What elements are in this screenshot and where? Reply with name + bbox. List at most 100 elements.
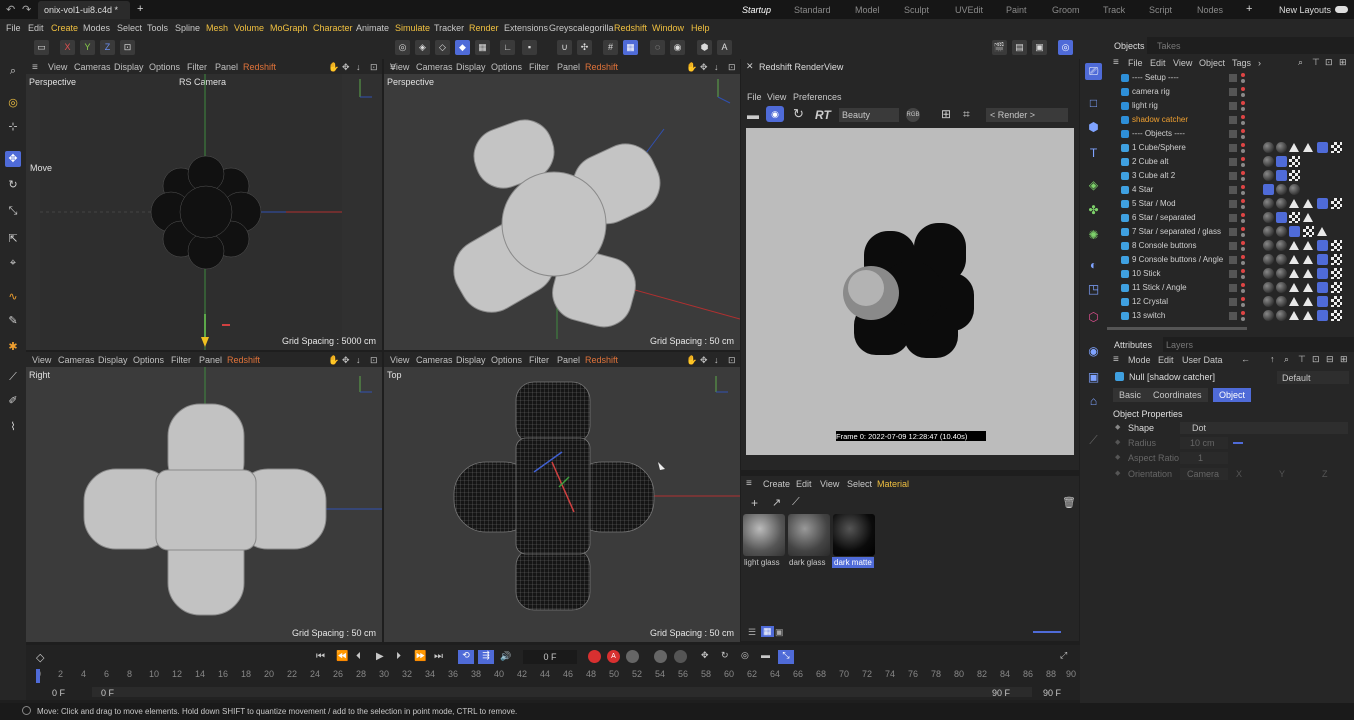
render-select-dropdown[interactable]: < Render > bbox=[986, 108, 1068, 122]
mat-menu-view[interactable]: View bbox=[820, 479, 839, 489]
start-render-icon[interactable]: ◉ bbox=[766, 106, 784, 122]
points-mode-icon[interactable]: ◇ bbox=[435, 40, 450, 55]
menu-mesh[interactable]: Mesh bbox=[206, 23, 228, 33]
list-item[interactable]: ---- Objects ---- bbox=[1107, 127, 1354, 141]
menu-simulate[interactable]: Simulate bbox=[395, 23, 430, 33]
obj-menu-edit[interactable]: Edit bbox=[1150, 58, 1166, 68]
x-axis-lock[interactable]: X bbox=[60, 40, 75, 55]
refresh-icon[interactable]: ↻ bbox=[793, 106, 804, 122]
menu-spline[interactable]: Spline bbox=[175, 23, 200, 33]
z-axis-lock[interactable]: Z bbox=[100, 40, 115, 55]
clapper-icon[interactable]: ▬ bbox=[747, 108, 759, 122]
prev-key-icon[interactable]: ⏪ bbox=[336, 651, 348, 662]
layout-uvedit[interactable]: UVEdit bbox=[955, 5, 983, 15]
menu-create[interactable]: Create bbox=[51, 23, 78, 33]
menu-redshift[interactable]: Redshift bbox=[614, 23, 647, 33]
uv-mode-icon[interactable]: ▦ bbox=[475, 40, 490, 55]
scale-tool-icon[interactable]: ⤡ bbox=[5, 203, 21, 219]
keyframe-selection-icon[interactable] bbox=[626, 650, 639, 663]
attr-menu-mode[interactable]: Mode bbox=[1128, 355, 1151, 365]
layout-standard[interactable]: Standard bbox=[794, 5, 831, 15]
keyframe-dot-icon[interactable]: ◆ bbox=[1115, 423, 1120, 431]
tweak-icon[interactable]: ▪ bbox=[522, 40, 537, 55]
attr-menu-userdata[interactable]: User Data bbox=[1182, 355, 1223, 365]
list-item[interactable]: 6 Star / separated bbox=[1107, 211, 1354, 225]
radius-field[interactable]: 10 cm bbox=[1180, 437, 1228, 449]
list-item[interactable]: 3 Cube alt 2 bbox=[1107, 169, 1354, 183]
menu-volume[interactable]: Volume bbox=[234, 23, 264, 33]
generator-icon[interactable]: ◈ bbox=[1085, 177, 1102, 194]
list-item[interactable]: 4 Star bbox=[1107, 183, 1354, 197]
layout-toggle[interactable] bbox=[1335, 6, 1348, 13]
shape-dropdown[interactable]: Dot bbox=[1180, 422, 1348, 434]
pin-icon[interactable]: ⊤ bbox=[1298, 354, 1306, 365]
preset-dropdown[interactable]: Default bbox=[1277, 371, 1349, 384]
lock-icon[interactable]: ⊡ bbox=[1312, 354, 1320, 365]
hamburger-icon[interactable]: ≡ bbox=[746, 478, 752, 489]
grid-overlay-icon[interactable]: ⊞ bbox=[941, 107, 951, 121]
keyframe-dot-icon[interactable]: ◆ bbox=[1115, 469, 1120, 477]
cloner-icon[interactable]: ✤ bbox=[1085, 202, 1102, 219]
layout-track[interactable]: Track bbox=[1103, 5, 1125, 15]
autokey-icon[interactable]: A bbox=[607, 650, 620, 663]
viewport-perspective-camera[interactable]: ≡ View Cameras Display Options Filter Pa… bbox=[26, 59, 382, 350]
menu-file[interactable]: File bbox=[6, 23, 21, 33]
text-object-icon[interactable]: T bbox=[1085, 145, 1102, 162]
sculpt-icon[interactable]: ⬢ bbox=[697, 40, 712, 55]
menu-animate[interactable]: Animate bbox=[356, 23, 389, 33]
material-light-glass[interactable] bbox=[743, 514, 785, 556]
grid-view-icon[interactable]: ▦ bbox=[761, 626, 774, 637]
sculpt-brush-icon[interactable]: ✱ bbox=[5, 339, 21, 355]
render-viewer-icon[interactable]: ▤ bbox=[1012, 40, 1027, 55]
magnet-icon[interactable]: ∪ bbox=[557, 40, 572, 55]
field-icon[interactable]: ◳ bbox=[1085, 281, 1102, 298]
brush-icon[interactable]: ✐ bbox=[5, 393, 21, 409]
y-axis-lock[interactable]: Y bbox=[80, 40, 95, 55]
crop-icon[interactable]: ⌗ bbox=[963, 107, 970, 122]
search-icon[interactable]: ⌕ bbox=[1284, 354, 1289, 365]
render-region-icon[interactable]: 🎬 bbox=[992, 40, 1007, 55]
menu-greyscalegorilla[interactable]: Greyscalegorilla bbox=[549, 23, 614, 33]
subtab-object[interactable]: Object bbox=[1213, 388, 1252, 402]
radius-slider[interactable] bbox=[1233, 442, 1243, 444]
undo-icon[interactable]: ↶ bbox=[6, 3, 15, 16]
lasso-icon[interactable]: ⌇ bbox=[5, 419, 21, 435]
mat-menu-create[interactable]: Create bbox=[763, 479, 790, 489]
next-frame-icon[interactable]: ⏵ bbox=[396, 651, 401, 662]
redo-icon[interactable]: ↷ bbox=[22, 3, 31, 16]
up-arrow-icon[interactable]: ↑ bbox=[1270, 354, 1275, 364]
menu-select[interactable]: Select bbox=[117, 23, 142, 33]
object-mode-icon[interactable]: ◈ bbox=[415, 40, 430, 55]
menu-help[interactable]: Help bbox=[691, 23, 710, 33]
go-to-end-icon[interactable]: ⏭ bbox=[434, 651, 443, 662]
min-time-field[interactable]: 0 F bbox=[52, 688, 65, 698]
viewport-top[interactable]: View Cameras Display Options Filter Pane… bbox=[384, 352, 740, 642]
list-item[interactable]: 9 Console buttons / Angle bbox=[1107, 253, 1354, 267]
max-time-field[interactable]: 90 F bbox=[1043, 688, 1061, 698]
render-canvas[interactable]: Frame 0: 2022-07-09 12:28:47 (10.40s) bbox=[746, 128, 1074, 455]
render-settings-icon[interactable]: ▣ bbox=[1032, 40, 1047, 55]
new-window-icon[interactable]: ⊞ bbox=[1339, 57, 1347, 68]
keyframe-icon[interactable]: ◇ bbox=[36, 651, 44, 664]
keyframe-dot-icon[interactable]: ◆ bbox=[1115, 438, 1120, 446]
layout-script[interactable]: Script bbox=[1149, 5, 1172, 15]
close-panel-icon[interactable]: ✕ bbox=[746, 61, 754, 72]
playback-rate-icon[interactable]: ⇶ bbox=[478, 650, 494, 664]
redshift-object-icon[interactable]: ⬡ bbox=[1085, 309, 1102, 326]
param-key-icon[interactable]: ▬ bbox=[761, 650, 770, 660]
mat-menu-select[interactable]: Select bbox=[847, 479, 872, 489]
aov-dropdown[interactable]: Beauty bbox=[839, 108, 899, 122]
move-tool-icon[interactable]: ✥ bbox=[5, 151, 21, 167]
list-item[interactable]: 7 Star / separated / glass bbox=[1107, 225, 1354, 239]
position-key-icon[interactable]: ✥ bbox=[701, 650, 709, 661]
selection-tool-icon[interactable]: ⊹ bbox=[5, 119, 21, 135]
tab-layers[interactable]: Layers bbox=[1166, 340, 1193, 350]
paint-brush-icon[interactable]: ⟋ bbox=[5, 369, 21, 385]
menu-render[interactable]: Render bbox=[469, 23, 499, 33]
list-item[interactable]: camera rig bbox=[1107, 85, 1354, 99]
rv-menu-view[interactable]: View bbox=[767, 92, 786, 102]
layout-groom[interactable]: Groom bbox=[1052, 5, 1080, 15]
scene-icon[interactable]: ⌂ bbox=[1085, 393, 1102, 410]
grid-snap-icon[interactable]: ▦ bbox=[623, 40, 638, 55]
keyframe-dot-icon[interactable]: ◆ bbox=[1115, 453, 1120, 461]
